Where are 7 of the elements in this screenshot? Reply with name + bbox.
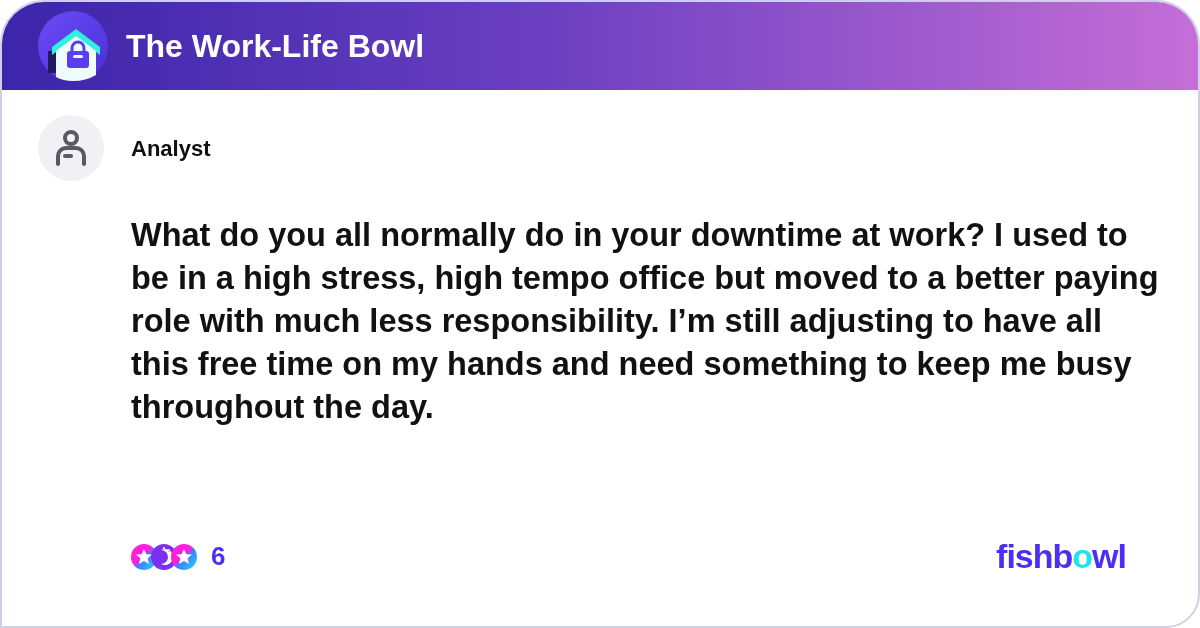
- post-body: What do you all normally do in your downtime at work? I used to be in a high stress, high tempo office but moved to a better paying role with much less responsibility. I’m still adjusting to have all this free time on my hands and need something to keep me busy throughout the day.: [131, 216, 1160, 427]
- reaction-count: 6: [211, 540, 226, 573]
- person-icon: [55, 130, 87, 166]
- brand-logo: fishbowl: [996, 536, 1126, 577]
- house-lock-icon: [38, 11, 108, 81]
- group-title: The Work-Life Bowl: [126, 30, 425, 62]
- author-name: Analyst: [131, 134, 211, 163]
